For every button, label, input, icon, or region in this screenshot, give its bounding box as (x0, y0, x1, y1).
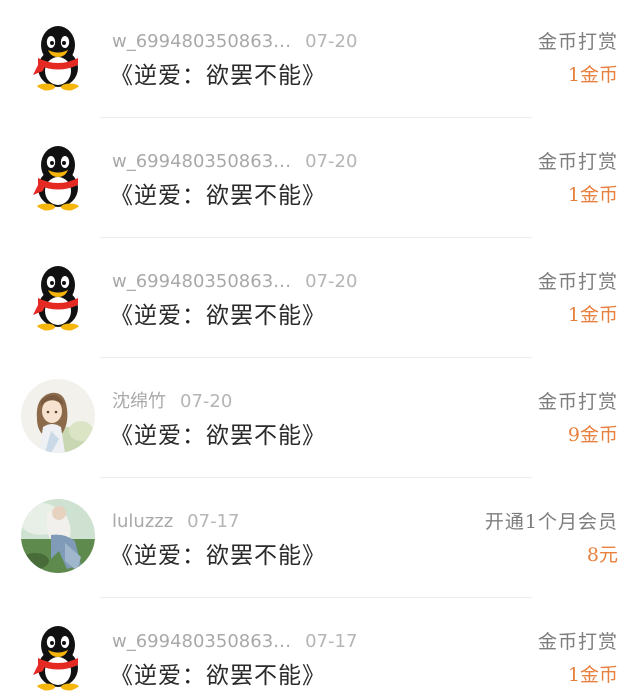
reward-type: 金币打赏 (537, 151, 618, 173)
row-divider (100, 237, 532, 238)
book-title[interactable]: 《逆爱：欲罢不能》 (110, 301, 326, 331)
reward-amount: 1金币 (567, 304, 618, 326)
user-meta: w_699480350863… 07-20 (112, 30, 357, 54)
reward-type: 金币打赏 (537, 391, 618, 413)
username[interactable]: 沈绵竹 (112, 391, 166, 412)
row-divider (100, 597, 532, 598)
reward-type: 金币打赏 (537, 271, 618, 293)
user-meta: luluzzz 07-17 (112, 510, 239, 534)
username[interactable]: luluzzz (112, 511, 173, 532)
reward-record-row[interactable]: luluzzz 07-17 《逆爱：欲罢不能》 开通1个月会员 8元 (0, 480, 640, 600)
book-title[interactable]: 《逆爱：欲罢不能》 (110, 541, 326, 571)
reward-amount: 1金币 (567, 184, 618, 206)
user-meta: w_699480350863… 07-20 (112, 150, 357, 174)
username[interactable]: w_699480350863… (112, 271, 291, 292)
record-date: 07-17 (187, 511, 240, 532)
reward-record-row[interactable]: w_699480350863… 07-20 《逆爱：欲罢不能》 金币打赏 1金币 (0, 0, 640, 120)
row-divider (100, 477, 532, 478)
record-date: 07-20 (180, 391, 233, 412)
username[interactable]: w_699480350863… (112, 631, 291, 652)
user-meta: w_699480350863… 07-20 (112, 270, 357, 294)
reward-amount: 1金币 (567, 64, 618, 86)
qq-penguin-icon[interactable] (21, 259, 95, 333)
reward-record-row[interactable]: w_699480350863… 07-17 《逆爱：欲罢不能》 金币打赏 1金币 (0, 600, 640, 699)
user-meta: w_699480350863… 07-17 (112, 630, 357, 654)
qq-penguin-icon[interactable] (21, 139, 95, 213)
reward-record-row[interactable]: 沈绵竹 07-20 《逆爱：欲罢不能》 金币打赏 9金币 (0, 360, 640, 480)
anime-girl-avatar[interactable] (21, 379, 95, 453)
photo-avatar[interactable] (21, 499, 95, 573)
reward-amount: 1金币 (567, 664, 618, 686)
book-title[interactable]: 《逆爱：欲罢不能》 (110, 181, 326, 211)
reward-record-row[interactable]: w_699480350863… 07-20 《逆爱：欲罢不能》 金币打赏 1金币 (0, 240, 640, 360)
row-divider (100, 117, 532, 118)
reward-type: 金币打赏 (537, 31, 618, 53)
username[interactable]: w_699480350863… (112, 31, 291, 52)
reward-type: 开通1个月会员 (484, 511, 618, 533)
qq-penguin-icon[interactable] (21, 619, 95, 693)
record-date: 07-20 (305, 271, 358, 292)
user-meta: 沈绵竹 07-20 (112, 390, 232, 414)
reward-amount: 9金币 (567, 424, 618, 446)
book-title[interactable]: 《逆爱：欲罢不能》 (110, 61, 326, 91)
book-title[interactable]: 《逆爱：欲罢不能》 (110, 661, 326, 691)
record-date: 07-20 (305, 31, 358, 52)
record-date: 07-20 (305, 151, 358, 172)
reward-record-row[interactable]: w_699480350863… 07-20 《逆爱：欲罢不能》 金币打赏 1金币 (0, 120, 640, 240)
reward-record-list: w_699480350863… 07-20 《逆爱：欲罢不能》 金币打赏 1金币 (0, 0, 640, 699)
username[interactable]: w_699480350863… (112, 151, 291, 172)
record-date: 07-17 (305, 631, 358, 652)
reward-amount: 8元 (586, 544, 618, 566)
row-divider (100, 357, 532, 358)
reward-type: 金币打赏 (537, 631, 618, 653)
qq-penguin-icon[interactable] (21, 19, 95, 93)
book-title[interactable]: 《逆爱：欲罢不能》 (110, 421, 326, 451)
